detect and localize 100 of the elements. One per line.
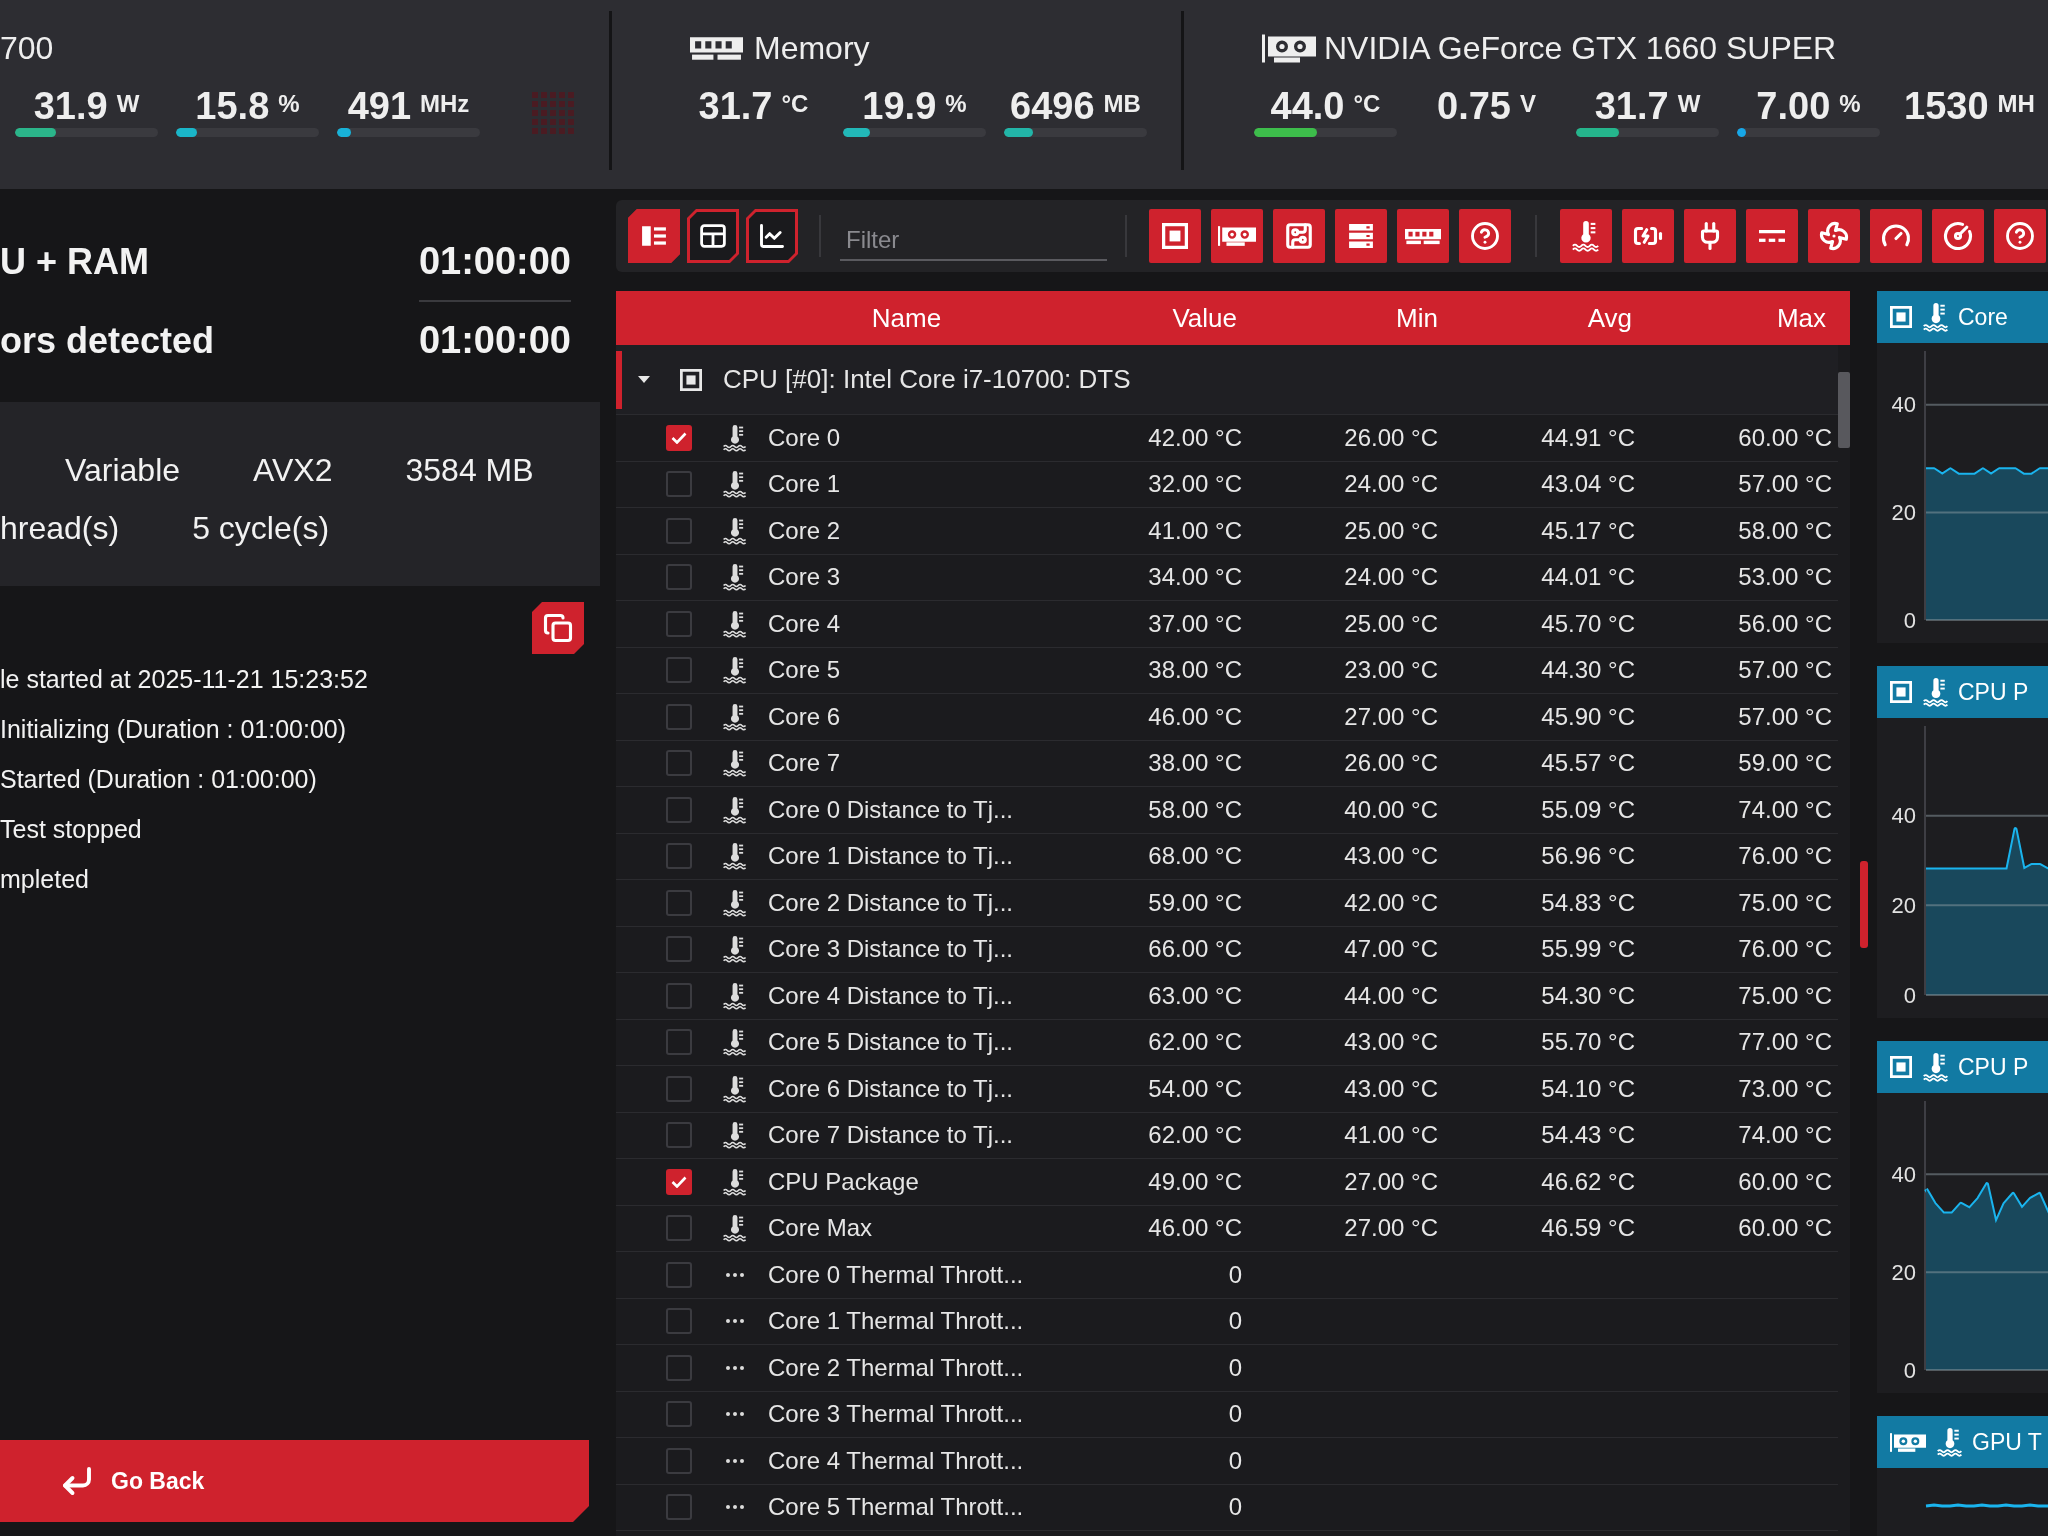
sensor-filter-button[interactable] bbox=[1684, 209, 1736, 263]
sensor-max: 60.00 °C bbox=[1738, 422, 1832, 453]
sensor-min: 47.00 °C bbox=[1344, 934, 1438, 965]
thermometer-icon bbox=[722, 842, 748, 871]
column-header[interactable]: Name bbox=[871, 298, 942, 338]
checkbox[interactable] bbox=[666, 796, 692, 823]
sensor-filter-button[interactable] bbox=[1560, 209, 1612, 263]
sensor-name: Core 4 Distance to Tj... bbox=[768, 980, 1013, 1011]
scrollbar-thumb[interactable] bbox=[1838, 372, 1850, 448]
checkbox[interactable] bbox=[666, 843, 692, 870]
sensor-filter-button[interactable] bbox=[1870, 209, 1922, 263]
sensor-value: 34.00 °C bbox=[1148, 562, 1242, 593]
checkbox[interactable] bbox=[666, 1215, 692, 1242]
checkbox[interactable] bbox=[666, 703, 692, 730]
metric-value: 6496 bbox=[1010, 84, 1095, 128]
checkbox[interactable] bbox=[666, 657, 692, 684]
sensor-avg: 45.90 °C bbox=[1541, 701, 1635, 732]
checkbox[interactable] bbox=[666, 936, 692, 963]
graphics-card-icon bbox=[1262, 33, 1316, 63]
hardware-filter-button[interactable] bbox=[1149, 209, 1201, 263]
view-button[interactable] bbox=[628, 209, 680, 263]
metric-unit: MB bbox=[1103, 90, 1141, 118]
checkbox[interactable] bbox=[666, 1494, 692, 1521]
sensor-filter-button[interactable] bbox=[1932, 209, 1984, 263]
checkbox[interactable] bbox=[666, 1075, 692, 1102]
column-header[interactable]: Avg bbox=[1587, 298, 1632, 338]
checkbox[interactable] bbox=[666, 1122, 692, 1149]
view-button[interactable] bbox=[687, 209, 739, 263]
go-back-button[interactable]: Go Back bbox=[0, 1440, 589, 1522]
help-icon bbox=[2005, 221, 2035, 251]
filter-field[interactable]: Filter bbox=[840, 221, 1107, 261]
ellipsis-icon bbox=[726, 1412, 744, 1417]
chip-icon bbox=[1162, 223, 1188, 249]
sensor-avg: 44.91 °C bbox=[1541, 422, 1635, 453]
caret-down-icon[interactable] bbox=[638, 376, 650, 383]
copy-button[interactable] bbox=[532, 602, 584, 654]
sensor-value: 46.00 °C bbox=[1148, 701, 1242, 732]
metric-value: 1530 bbox=[1904, 84, 1989, 128]
metric-unit: % bbox=[1839, 90, 1861, 118]
sensor-max: 53.00 °C bbox=[1738, 562, 1832, 593]
sensor-max: 76.00 °C bbox=[1738, 841, 1832, 872]
column-header[interactable]: Value bbox=[1172, 298, 1237, 338]
sensor-value: 0 bbox=[1228, 1352, 1242, 1383]
sensor-avg: 46.59 °C bbox=[1541, 1213, 1635, 1244]
sensor-value: 63.00 °C bbox=[1148, 980, 1242, 1011]
view-button[interactable] bbox=[746, 209, 798, 263]
checkbox[interactable] bbox=[666, 610, 692, 637]
checkbox[interactable] bbox=[666, 1261, 692, 1288]
sensor-value: 38.00 °C bbox=[1148, 655, 1242, 686]
sensor-filter-button[interactable] bbox=[1994, 209, 2046, 263]
hardware-filter-button[interactable] bbox=[1397, 209, 1449, 263]
chart-title: CPU P bbox=[1958, 677, 2029, 707]
checkbox[interactable] bbox=[666, 1354, 692, 1381]
checkbox[interactable] bbox=[666, 750, 692, 777]
chart-title: Core bbox=[1958, 302, 2008, 332]
sensor-filter-button[interactable] bbox=[1746, 209, 1798, 263]
group-title[interactable]: CPU [#0]: Intel Core i7-10700: DTS bbox=[723, 360, 1131, 399]
sensor-name: Core 1 Distance to Tj... bbox=[768, 841, 1013, 872]
checkbox[interactable] bbox=[666, 889, 692, 916]
graphics-card-icon bbox=[1218, 226, 1256, 246]
checkbox[interactable] bbox=[666, 982, 692, 1009]
sensor-filter-button[interactable] bbox=[1808, 209, 1860, 263]
column-header[interactable]: Min bbox=[1396, 298, 1438, 338]
checkbox[interactable] bbox=[666, 1447, 692, 1474]
checkbox[interactable] bbox=[666, 1308, 692, 1335]
sensor-min: 23.00 °C bbox=[1344, 655, 1438, 686]
checkbox[interactable] bbox=[666, 564, 692, 591]
thermometer-icon bbox=[722, 888, 748, 917]
sensor-name: Core 3 Thermal Thrott... bbox=[768, 1399, 1024, 1430]
thermometer-icon bbox=[722, 1214, 748, 1243]
storage-stack-icon bbox=[1348, 223, 1374, 249]
hardware-filter-button[interactable] bbox=[1273, 209, 1325, 263]
sensor-name: Core 5 bbox=[768, 655, 841, 686]
chip-icon bbox=[1890, 306, 1912, 328]
checkbox[interactable] bbox=[666, 1401, 692, 1428]
y-axis-label: 40 bbox=[1891, 803, 1916, 829]
sensor-avg: 54.83 °C bbox=[1541, 887, 1635, 918]
checkbox[interactable] bbox=[666, 1029, 692, 1056]
sensor-filter-button[interactable] bbox=[1622, 209, 1674, 263]
sensor-name: Core 0 bbox=[768, 422, 841, 453]
hardware-filter-button[interactable] bbox=[1335, 209, 1387, 263]
hardware-title: 700 bbox=[0, 29, 54, 68]
hardware-filter-button[interactable] bbox=[1211, 209, 1263, 263]
y-axis-label: 0 bbox=[1903, 607, 1916, 633]
checkbox[interactable] bbox=[666, 471, 692, 498]
sensor-value: 0 bbox=[1228, 1306, 1242, 1337]
sensor-max: 74.00 °C bbox=[1738, 1120, 1832, 1151]
sensor-value: 38.00 °C bbox=[1148, 748, 1242, 779]
check-icon bbox=[671, 431, 687, 444]
checkbox[interactable] bbox=[666, 424, 692, 451]
checkbox[interactable] bbox=[666, 1168, 692, 1195]
hardware-filter-button[interactable] bbox=[1459, 209, 1511, 263]
sensor-name: CPU Package bbox=[768, 1166, 919, 1197]
sensor-value: 42.00 °C bbox=[1148, 422, 1242, 453]
sensor-name: Core 7 bbox=[768, 748, 841, 779]
ellipsis-icon bbox=[726, 1319, 744, 1324]
chart-title: GPU T bbox=[1972, 1427, 2042, 1457]
checkbox[interactable] bbox=[666, 517, 692, 544]
splitter-handle[interactable] bbox=[1860, 861, 1868, 948]
column-header[interactable]: Max bbox=[1776, 298, 1826, 338]
